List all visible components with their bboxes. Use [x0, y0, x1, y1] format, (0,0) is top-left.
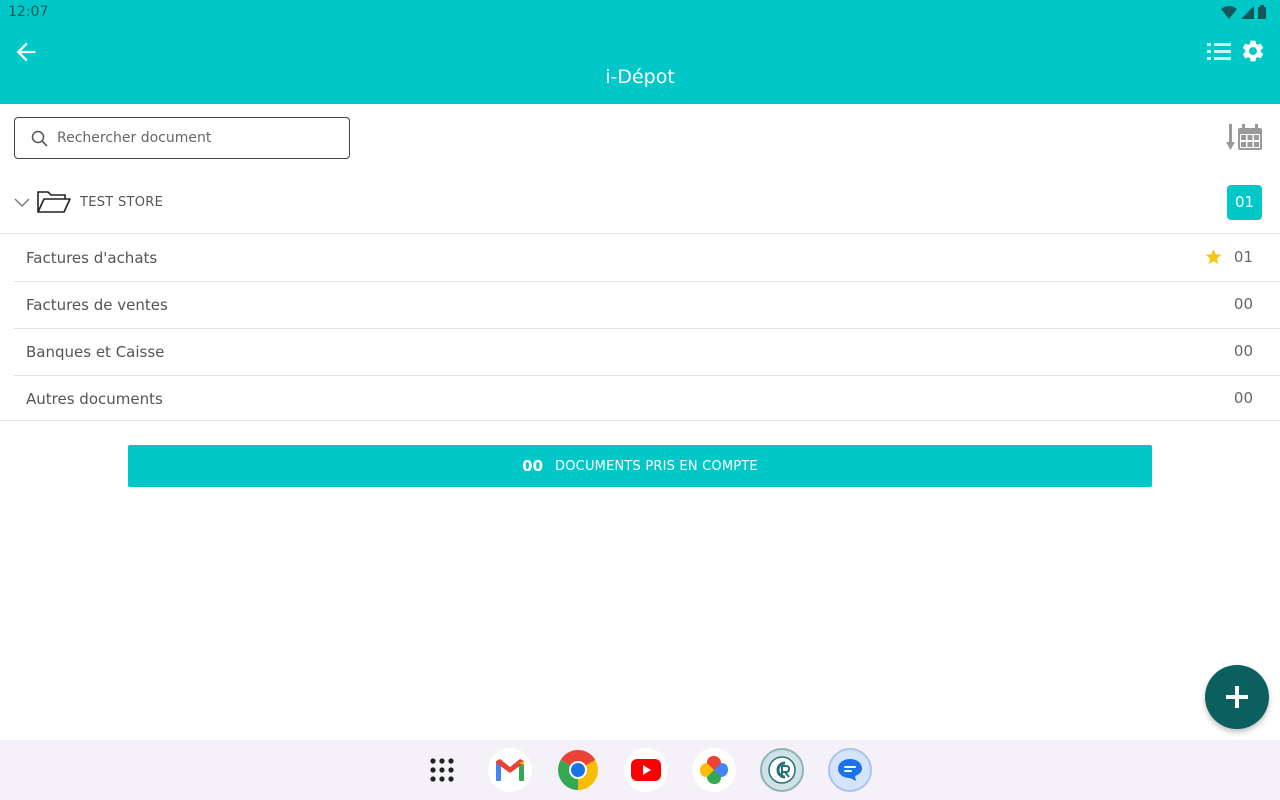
photos-icon [700, 756, 728, 784]
search-icon [31, 130, 48, 147]
add-document-fab[interactable] [1205, 665, 1269, 729]
category-label: Factures de ventes [26, 296, 168, 314]
signal-icon [1241, 5, 1254, 19]
list-view-button[interactable] [1206, 40, 1232, 64]
photos-app[interactable] [692, 748, 736, 792]
youtube-app[interactable] [624, 748, 668, 792]
category-label: Banques et Caisse [26, 343, 165, 361]
messages-app[interactable] [828, 748, 872, 792]
chrome-app[interactable] [556, 748, 600, 792]
status-icons [1221, 5, 1266, 19]
divider [0, 420, 1280, 421]
youtube-icon [631, 759, 661, 781]
gmail-icon [496, 759, 524, 781]
category-count: 00 [1233, 342, 1253, 360]
documents-label: DOCUMENTS PRIS EN COMPTE [555, 458, 758, 474]
category-item-factures-achats[interactable]: Factures d'achats 01 [14, 235, 1280, 282]
category-item-autres-documents[interactable]: Autres documents 00 [14, 376, 1280, 423]
category-item-banques-caisse[interactable]: Banques et Caisse 00 [14, 329, 1280, 376]
gear-icon [1242, 40, 1264, 62]
documents-count: 00 [522, 457, 544, 475]
chevron-down-icon [14, 198, 30, 207]
category-list: Factures d'achats 01 Factures de ventes … [14, 235, 1280, 423]
gmail-app[interactable] [488, 748, 532, 792]
page-title: i-Dépot [605, 66, 675, 88]
category-label: Autres documents [26, 390, 163, 408]
plus-icon [1226, 686, 1248, 708]
search-box[interactable] [14, 117, 350, 159]
documents-count-button[interactable]: 00 DOCUMENTS PRIS EN COMPTE [128, 445, 1152, 487]
status-time: 12:07 [8, 4, 49, 20]
app-drawer-button[interactable] [420, 748, 464, 792]
list-icon [1207, 43, 1231, 60]
sort-by-date-button[interactable] [1226, 122, 1264, 154]
folder-name: TEST STORE [80, 195, 164, 210]
cr-app-icon [768, 756, 796, 784]
app-drawer-icon [430, 758, 454, 782]
star-icon[interactable] [1205, 249, 1222, 265]
sort-calendar-icon [1226, 124, 1262, 150]
category-count: 00 [1233, 295, 1253, 313]
folder-count-badge: 01 [1227, 185, 1262, 220]
taskbar [0, 740, 1280, 800]
app-dock [420, 748, 872, 792]
folder-row[interactable]: TEST STORE 01 [0, 180, 1280, 234]
settings-button[interactable] [1240, 38, 1266, 64]
status-bar: 12:07 [0, 0, 1280, 24]
app-bar: 12:07 i-Dépot [0, 0, 1280, 104]
back-button[interactable] [12, 38, 40, 66]
category-count: 00 [1233, 389, 1253, 407]
arrow-back-icon [16, 42, 36, 62]
wifi-icon [1221, 5, 1237, 19]
battery-icon [1258, 5, 1266, 19]
search-input[interactable] [57, 122, 337, 154]
chrome-icon [558, 750, 598, 790]
messages-icon [838, 759, 862, 781]
cr-app[interactable] [760, 748, 804, 792]
category-label: Factures d'achats [26, 249, 158, 267]
folder-open-icon [37, 191, 71, 213]
category-count: 01 [1233, 248, 1253, 266]
category-item-factures-ventes[interactable]: Factures de ventes 00 [14, 282, 1280, 329]
